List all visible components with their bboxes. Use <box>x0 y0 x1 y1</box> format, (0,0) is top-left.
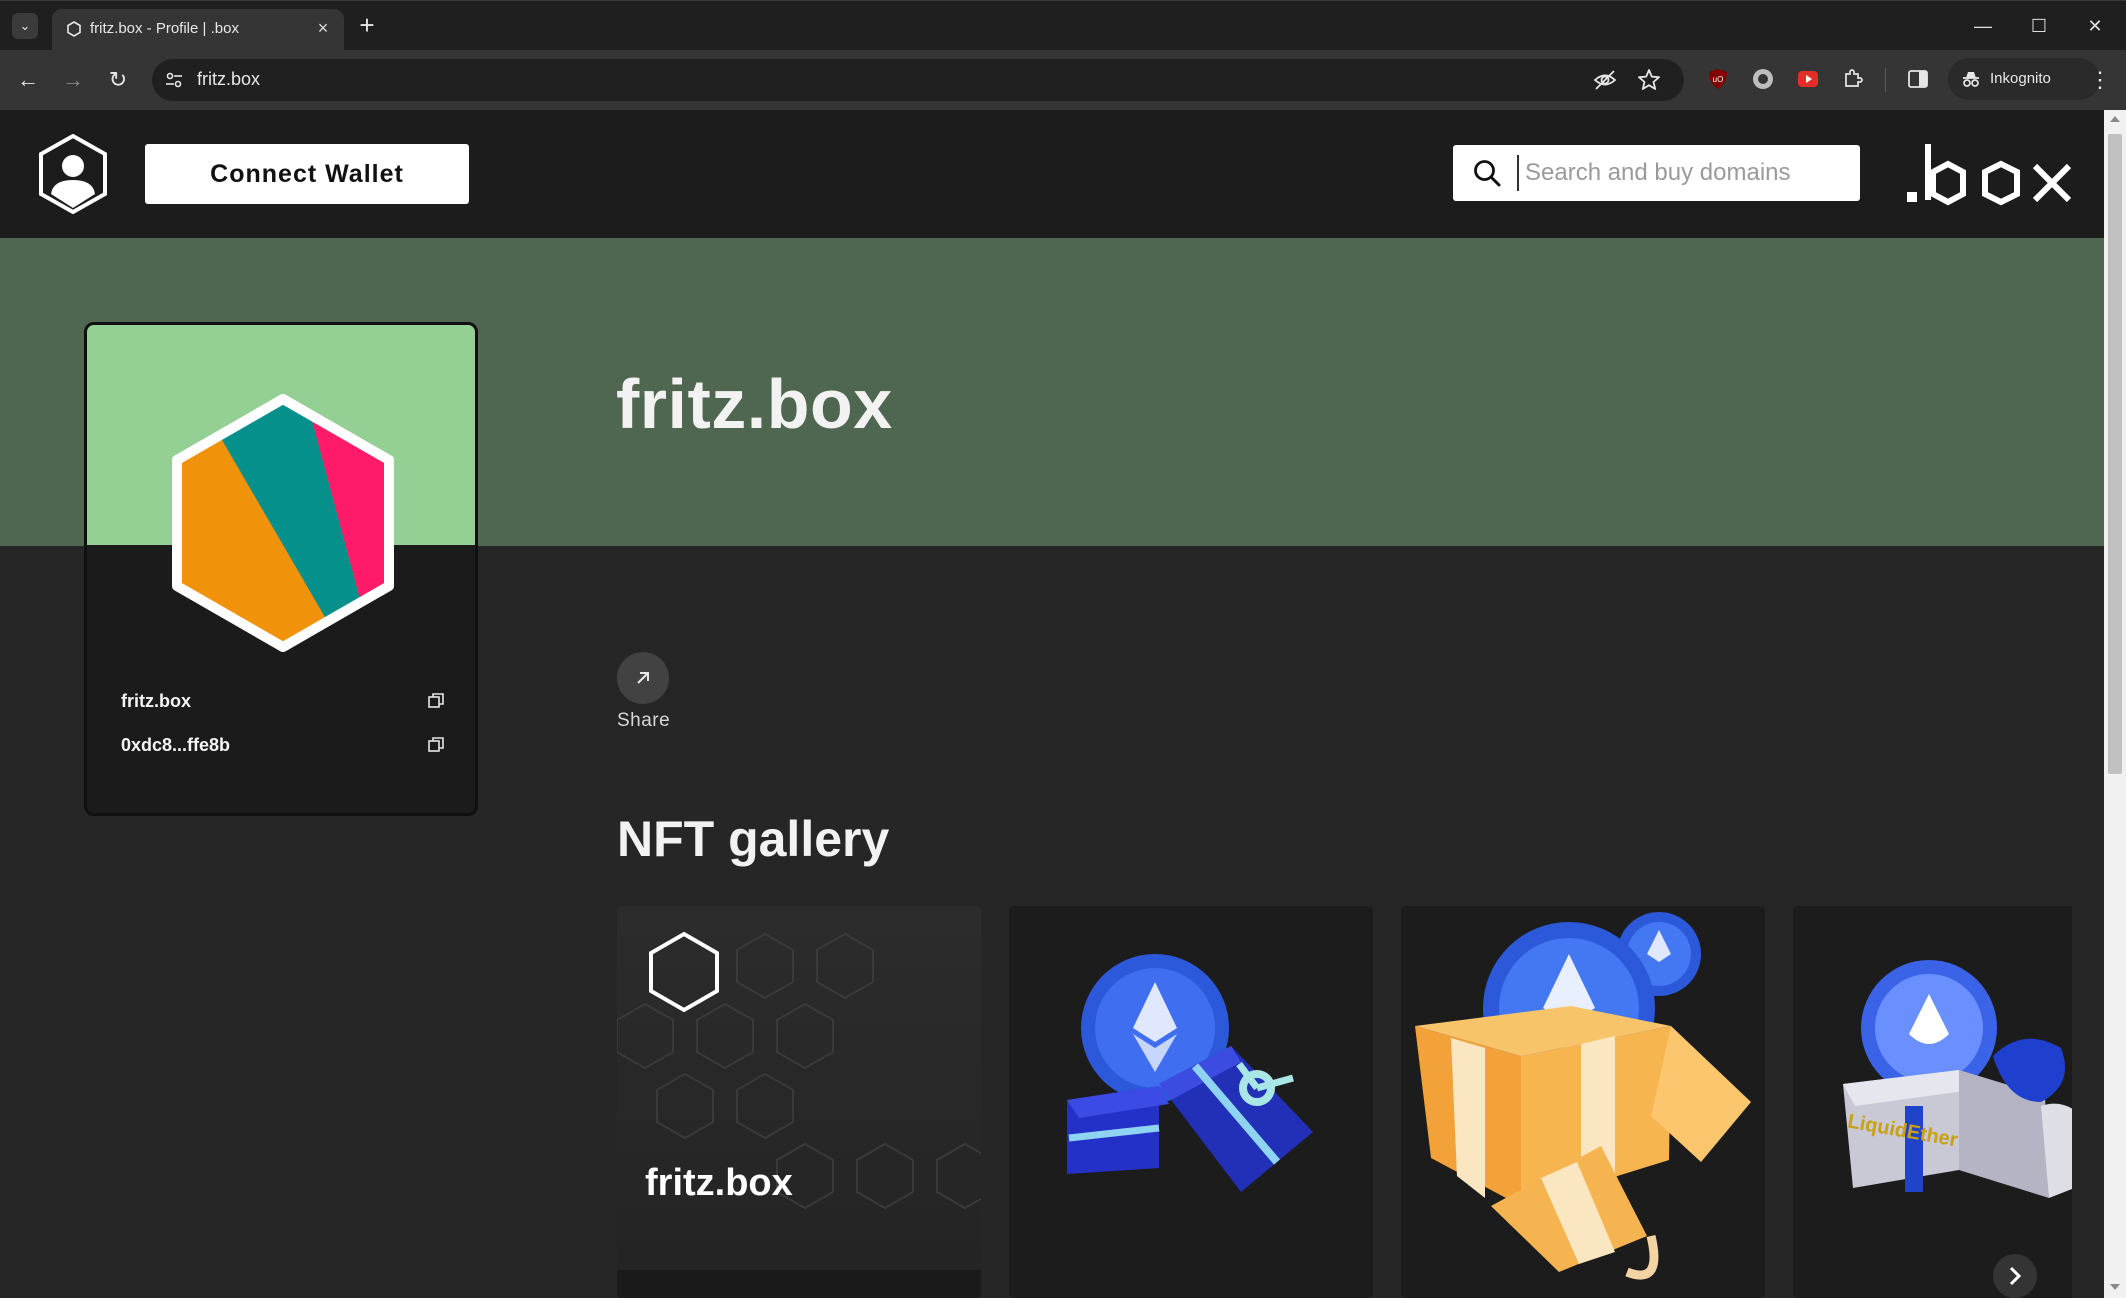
page-title: fritz.box <box>616 365 893 443</box>
forward-button[interactable]: → <box>59 66 87 94</box>
connect-wallet-button[interactable]: Connect Wallet <box>145 144 469 204</box>
hexagon-pattern-art <box>617 906 981 1270</box>
video-extension-icon[interactable] <box>1796 67 1820 91</box>
copy-icon[interactable] <box>427 692 445 710</box>
copy-icon[interactable] <box>427 736 445 754</box>
chevron-right-icon <box>2009 1266 2022 1286</box>
nft-gallery-heading: NFT gallery <box>617 811 890 867</box>
scroll-down-icon[interactable] <box>2110 1284 2120 1290</box>
site-info-icon[interactable] <box>162 68 186 92</box>
new-tab-button[interactable]: + <box>354 12 380 39</box>
nft-card[interactable]: LiquidEther <box>1793 906 2072 1298</box>
reload-button[interactable]: ↻ <box>104 66 132 94</box>
profile-wallet-address: 0xdc8...ffe8b <box>121 735 231 755</box>
tab-close-icon[interactable]: × <box>312 17 334 39</box>
profile-card: fritz.box 0xdc8...ffe8b <box>84 322 478 816</box>
browser-tab[interactable]: fritz.box - Profile | .box × <box>52 9 344 51</box>
url-text: fritz.box <box>197 69 261 89</box>
address-bar[interactable]: fritz.box <box>152 59 1684 101</box>
scroll-up-icon[interactable] <box>2110 116 2120 122</box>
incognito-icon <box>1963 72 1979 87</box>
incognito-badge[interactable]: Inkognito <box>1948 58 2100 100</box>
bookmark-star-icon[interactable] <box>1636 67 1662 93</box>
nft-gallery: fritz.box LiquidEther <box>617 906 2072 1298</box>
eth-coins-orange-gift-art <box>1415 912 1751 1280</box>
tab-search-button[interactable]: ⌄ <box>12 13 38 39</box>
extensions-puzzle-icon[interactable] <box>1841 67 1865 91</box>
page-scrollbar[interactable] <box>2104 110 2126 1298</box>
browser-menu-icon[interactable]: ⋮ <box>2088 66 2112 94</box>
ublock-extension-icon[interactable]: uO <box>1706 67 1730 91</box>
tab-title: fritz.box - Profile | .box <box>90 20 239 37</box>
nft-card[interactable] <box>1401 906 1765 1298</box>
close-window-button[interactable]: ✕ <box>2075 11 2115 41</box>
minimize-button[interactable]: — <box>1963 11 2003 41</box>
box-favicon-icon <box>67 21 81 37</box>
svg-text:uO: uO <box>1713 75 1724 84</box>
domain-search-box[interactable] <box>1453 145 1860 201</box>
nft-card-footer <box>617 1270 981 1298</box>
liquid-ether-gift-art <box>1843 960 2072 1198</box>
circle-extension-icon[interactable] <box>1751 67 1775 91</box>
side-panel-icon[interactable] <box>1906 67 1930 91</box>
back-button[interactable]: ← <box>14 66 42 94</box>
share-label: Share <box>617 710 671 731</box>
arrow-up-right-icon <box>637 672 649 684</box>
gallery-next-button[interactable] <box>1993 1254 2037 1298</box>
nft-domain-label: fritz.box <box>645 1162 793 1204</box>
nft-card[interactable] <box>1009 906 1373 1298</box>
browser-tab-strip: ⌄ fritz.box - Profile | .box × + — ☐ ✕ <box>0 0 2126 51</box>
share-button[interactable] <box>617 652 669 704</box>
incognito-label: Inkognito <box>1990 70 2051 87</box>
box-brand-logo[interactable] <box>1902 138 2078 210</box>
maximize-button[interactable]: ☐ <box>2019 11 2059 41</box>
toolbar-divider <box>1885 68 1886 92</box>
nft-card[interactable]: fritz.box <box>617 906 981 1298</box>
search-input[interactable] <box>1517 155 1847 191</box>
domain-hexagon-avatar <box>172 394 394 652</box>
eth-coin-gift-art <box>1067 954 1313 1192</box>
user-avatar-icon[interactable] <box>38 134 108 214</box>
scrollbar-thumb[interactable] <box>2108 134 2122 774</box>
site-header: Connect Wallet <box>0 110 2104 238</box>
eye-off-icon[interactable] <box>1592 67 1618 93</box>
search-icon <box>1474 160 1501 187</box>
profile-domain-name: fritz.box <box>121 691 191 711</box>
browser-toolbar: ← → ↻ fritz.box uO <box>0 50 2126 110</box>
page-content: Connect Wallet fritz.box <box>0 110 2104 1298</box>
